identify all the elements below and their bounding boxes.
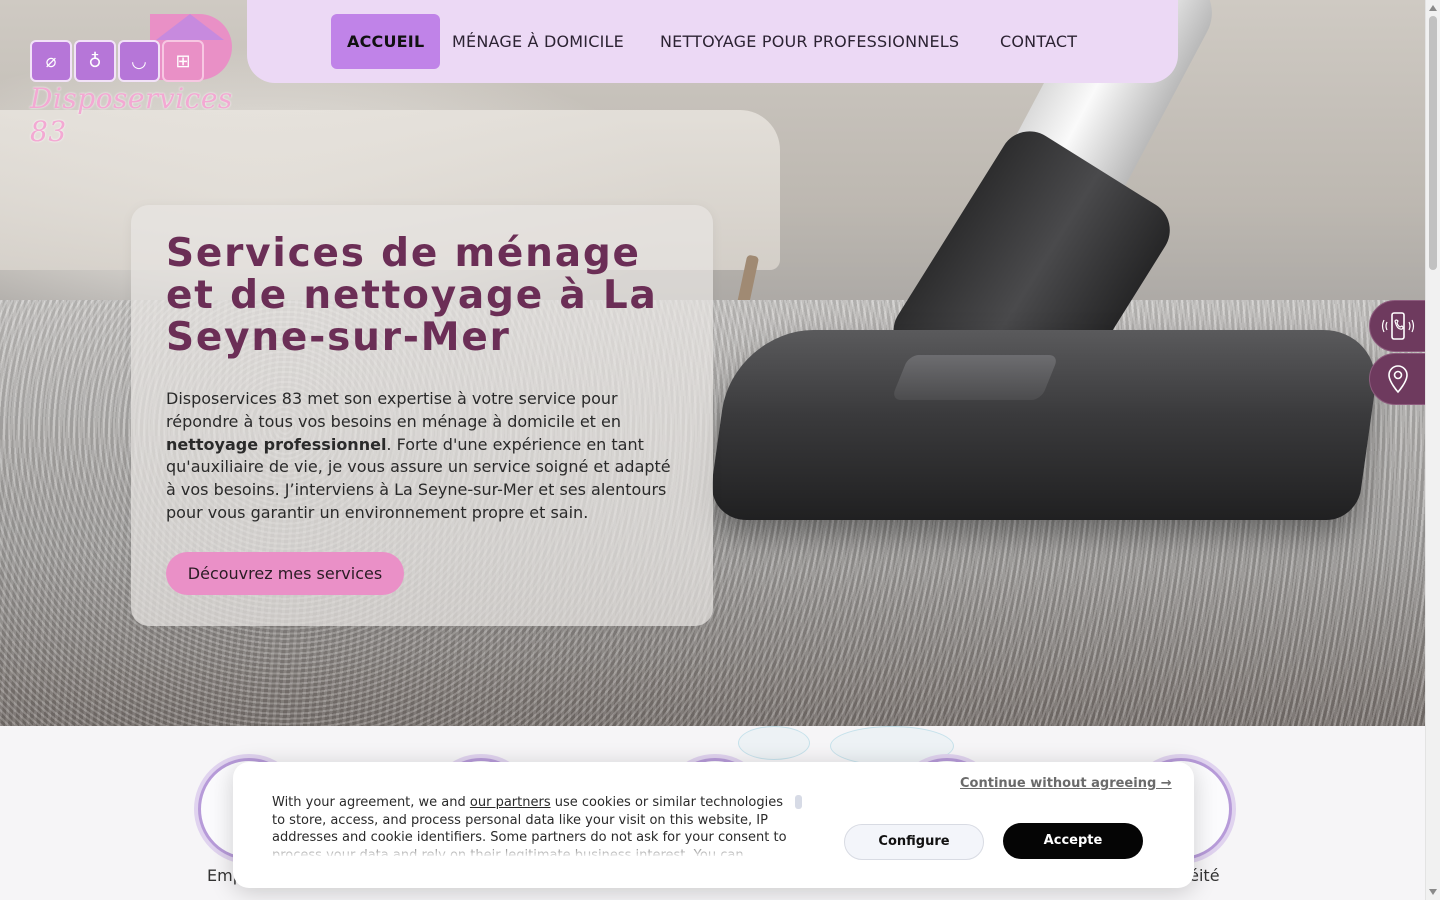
nav-item-menage-domicile[interactable]: MÉNAGE À DOMICILE xyxy=(436,14,640,69)
main-navigation: ACCUEIL MÉNAGE À DOMICILE NETTOYAGE POUR… xyxy=(247,0,1178,83)
phone-call-button[interactable] xyxy=(1369,300,1427,352)
cookie-consent-banner: With your agreement, we and our partners… xyxy=(233,762,1194,888)
bucket-icon: ◡ xyxy=(118,40,160,82)
window-icon: ⊞ xyxy=(162,40,204,82)
hero-description-text: Disposervices 83 met son expertise à vot… xyxy=(166,389,621,431)
hero-vacuum-window xyxy=(890,355,1060,400)
page-scrollbar[interactable] xyxy=(1425,0,1440,900)
site-logo[interactable]: ⌀ ♁ ◡ ⊞ Disposervices 83 xyxy=(28,12,234,148)
our-partners-link[interactable]: our partners xyxy=(470,795,551,810)
nav-item-contact[interactable]: CONTACT xyxy=(984,14,1093,69)
cookie-text-scrollbar[interactable] xyxy=(795,795,802,809)
spray-bottle-icon: ♁ xyxy=(74,40,116,82)
scrollbar-thumb[interactable] xyxy=(1429,16,1437,270)
decorative-bubble xyxy=(738,726,810,760)
location-pin-icon xyxy=(1388,365,1408,394)
scroll-down-arrow-icon[interactable] xyxy=(1429,889,1437,895)
scroll-up-arrow-icon[interactable] xyxy=(1429,5,1437,11)
continue-without-agreeing-link[interactable]: Continue without agreeing → xyxy=(960,776,1172,791)
broom-icon: ⌀ xyxy=(30,40,72,82)
hero-description-bold: nettoyage professionnel xyxy=(166,434,387,454)
logo-text: Disposervices 83 xyxy=(30,82,233,148)
cookie-text-fade xyxy=(272,840,802,858)
accept-button[interactable]: Accepte xyxy=(1003,823,1143,859)
hero-card: Services de ménage et de nettoyage à La … xyxy=(131,205,713,626)
discover-services-button[interactable]: Découvrez mes services xyxy=(166,552,404,595)
cookie-text-start: With your agreement, we and xyxy=(272,795,470,810)
nav-item-accueil[interactable]: ACCUEIL xyxy=(331,14,441,69)
phone-icon xyxy=(1381,312,1415,340)
hero-title: Services de ménage et de nettoyage à La … xyxy=(166,231,658,360)
nav-item-nettoyage-professionnels[interactable]: NETTOYAGE POUR PROFESSIONNELS xyxy=(644,14,975,69)
logo-roof-shape xyxy=(156,14,224,40)
location-button[interactable] xyxy=(1369,353,1427,405)
configure-button[interactable]: Configure xyxy=(844,824,984,860)
hero-description: Disposervices 83 met son expertise à vot… xyxy=(166,388,681,525)
